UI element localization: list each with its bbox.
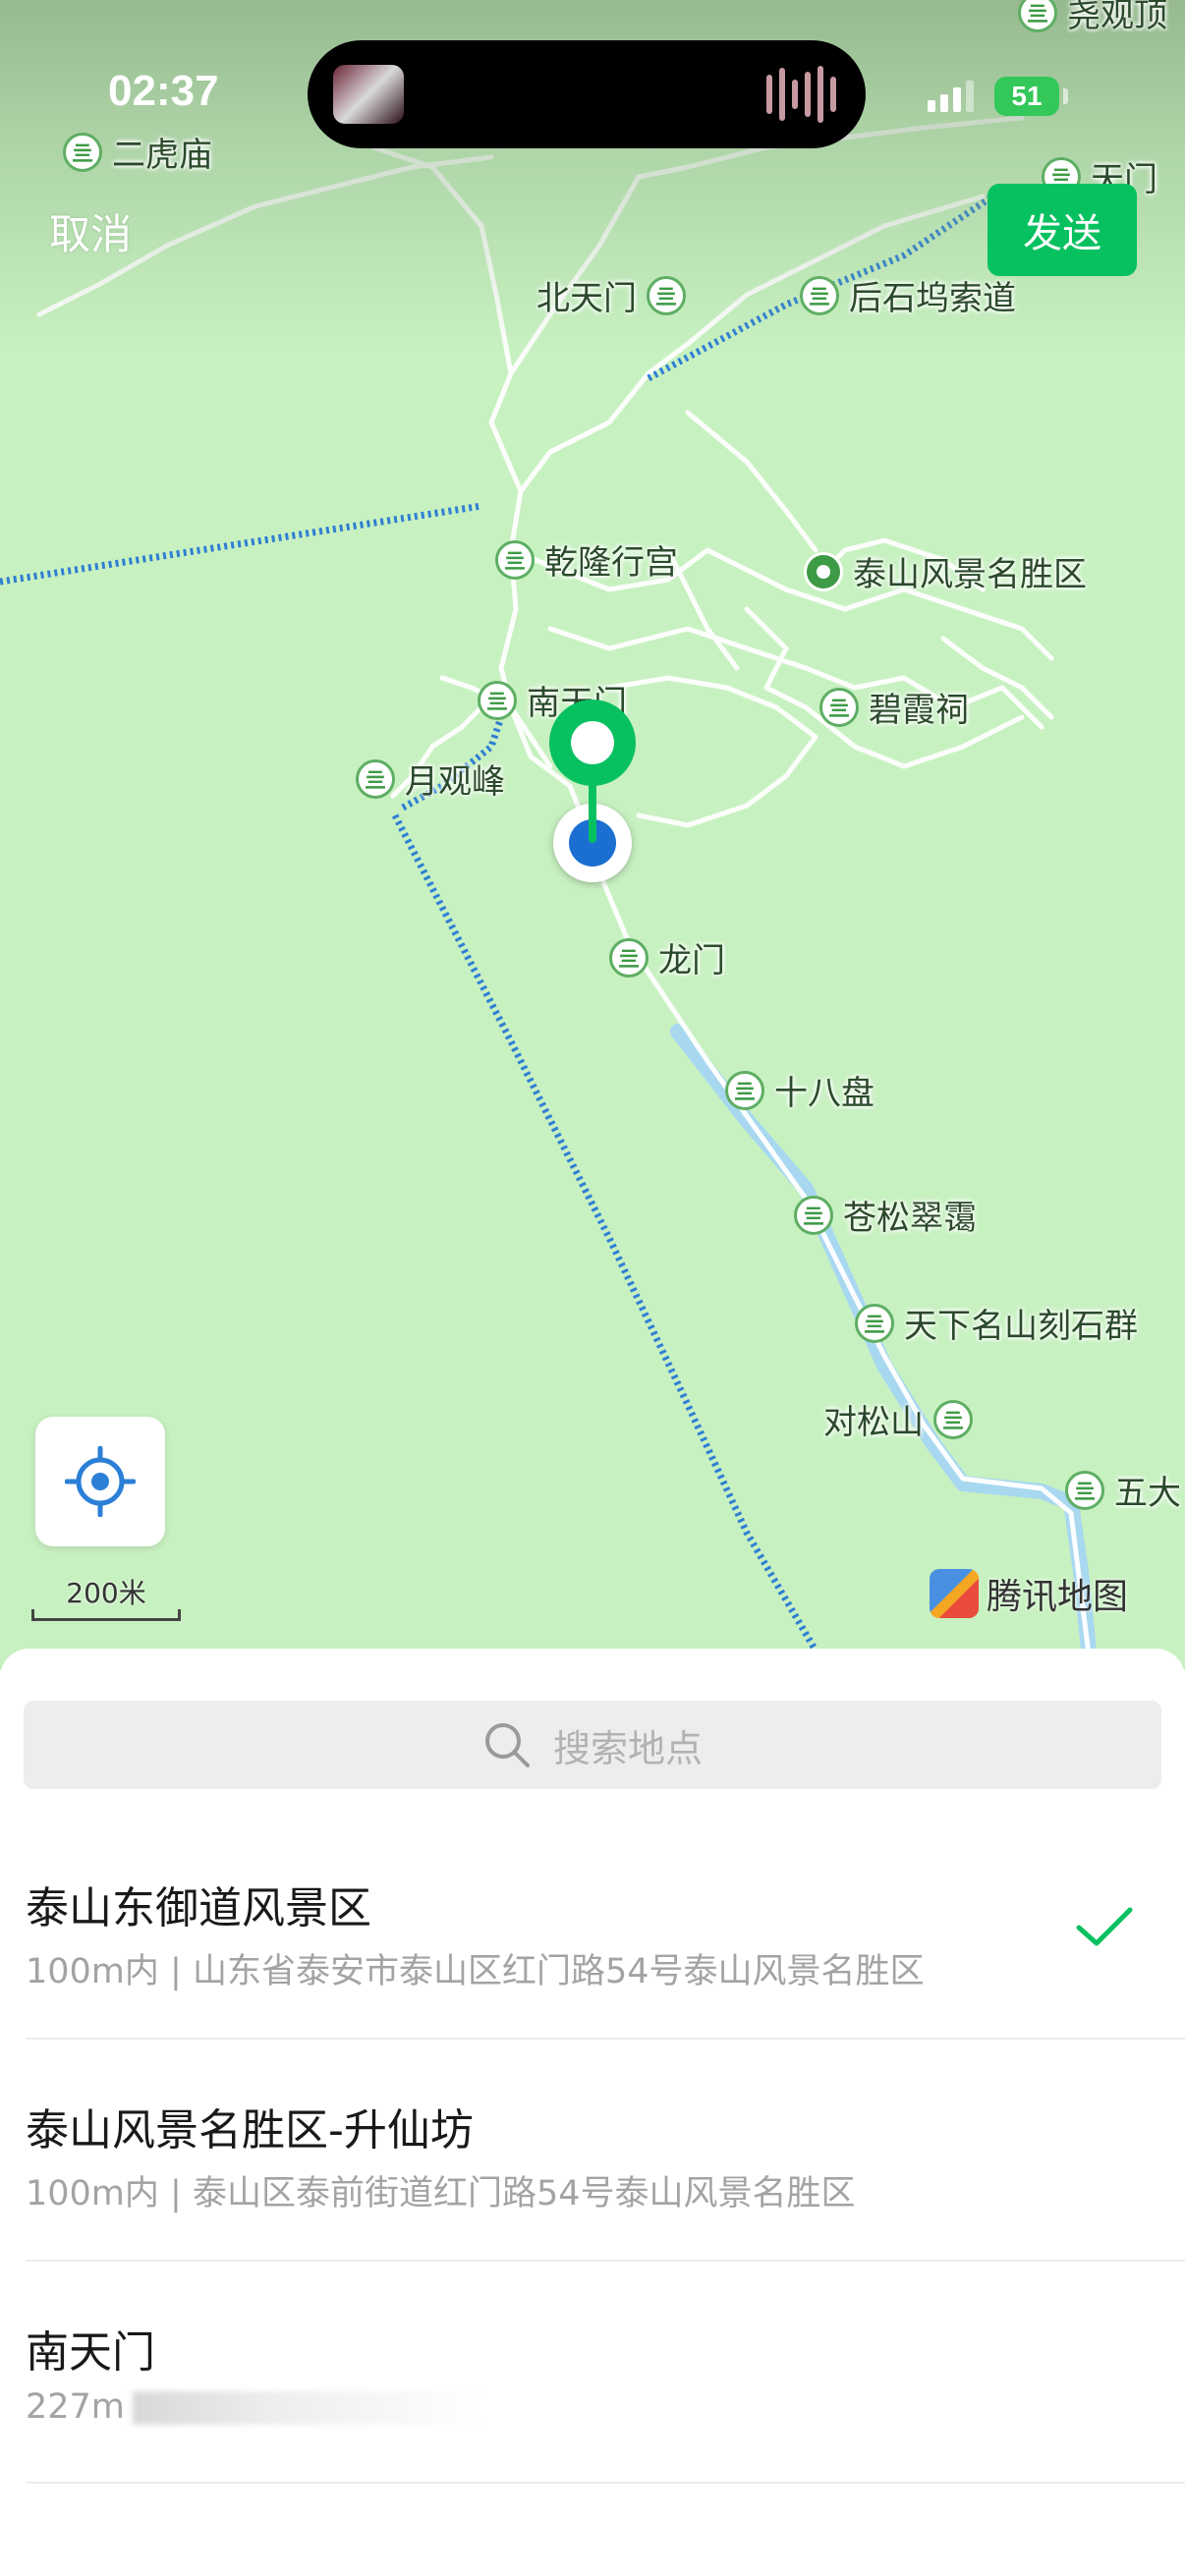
divider <box>26 2482 1185 2484</box>
status-time: 02:37 <box>108 67 219 115</box>
location-picker-screen: 亖二虎庙 亖尧观顶 亖北天门 亖后石坞索道 亖乾隆行宫 泰山风景名胜区 亖南天门… <box>0 0 1185 2576</box>
audio-wave-icon <box>766 66 836 123</box>
cancel-button[interactable]: 取消 <box>49 201 132 261</box>
poi-taishan-scenic-area[interactable]: 泰山风景名胜区 <box>804 547 1087 595</box>
scenic-icon: 亖 <box>356 758 395 799</box>
search-icon <box>484 1723 530 1767</box>
poi-erhumiao[interactable]: 亖二虎庙 <box>63 128 212 176</box>
search-input[interactable]: 搜索地点 <box>24 1701 1161 1789</box>
scenic-icon: 亖 <box>495 539 535 580</box>
search-placeholder: 搜索地点 <box>552 1726 703 1770</box>
map-provider-logo: 腾讯地图 <box>930 1568 1128 1619</box>
result-item[interactable]: 泰山风景名胜区-升仙坊 100m内 | 泰山区泰前街道红门路54号泰山风景名胜区 <box>0 2040 1185 2262</box>
location-results-sheet: 搜索地点 泰山东御道风景区 100m内 | 山东省泰安市泰山区红门路54号泰山风… <box>0 1649 1185 2576</box>
scenic-icon: 亖 <box>819 687 859 727</box>
poi-houshiwu-cableway[interactable]: 亖后石坞索道 <box>800 271 1016 319</box>
scenic-icon: 亖 <box>63 132 102 172</box>
poi-wuda[interactable]: 亖五大 <box>1065 1466 1181 1514</box>
poi-beitianmen[interactable]: 亖北天门 <box>536 271 686 319</box>
checkmark-icon <box>1076 1907 1133 1946</box>
result-name: 南天门 <box>26 2327 155 2378</box>
poi-duisongshan[interactable]: 亖对松山 <box>823 1395 973 1443</box>
scenic-icon: 亖 <box>1018 0 1057 32</box>
poi-longmen[interactable]: 亖龙门 <box>609 933 725 981</box>
tencent-map-logo-icon <box>930 1569 979 1618</box>
battery-cap <box>1063 88 1068 104</box>
scenic-icon: 亖 <box>647 275 686 315</box>
camera-icon <box>804 551 843 591</box>
scenic-icon: 亖 <box>478 680 517 720</box>
poi-stone-inscriptions[interactable]: 亖天下名山刻石群 <box>855 1299 1138 1347</box>
result-address: 227m <box>26 2387 125 2427</box>
scale-label: 200米 <box>66 1577 146 1609</box>
scenic-icon: 亖 <box>800 275 839 315</box>
result-address: 100m内 | 山东省泰安市泰山区红门路54号泰山风景名胜区 <box>26 1952 925 1991</box>
redacted-address <box>132 2391 486 2425</box>
dynamic-island[interactable] <box>308 40 866 148</box>
poi-yueguanfeng[interactable]: 亖月观峰 <box>356 755 505 803</box>
scenic-icon: 亖 <box>1065 1470 1104 1510</box>
scenic-icon: 亖 <box>933 1399 973 1439</box>
crosshair-icon <box>65 1446 136 1517</box>
result-address: 100m内 | 泰山区泰前街道红门路54号泰山风景名胜区 <box>26 2174 856 2213</box>
scenic-icon: 亖 <box>725 1070 764 1110</box>
scale-bar <box>31 1609 181 1621</box>
map-pin-icon[interactable] <box>545 696 640 853</box>
now-playing-artwork <box>333 65 404 124</box>
poi-qianlong-palace[interactable]: 亖乾隆行宫 <box>495 535 678 584</box>
poi-yaoguanding[interactable]: 亖尧观顶 <box>1018 0 1167 36</box>
result-name: 泰山风景名胜区-升仙坊 <box>26 2105 474 2156</box>
cellular-signal-icon <box>928 81 974 112</box>
result-name: 泰山东御道风景区 <box>26 1883 371 1933</box>
poi-shibapan[interactable]: 亖十八盘 <box>725 1066 875 1114</box>
scenic-icon: 亖 <box>609 937 649 978</box>
locate-me-button[interactable] <box>35 1417 165 1546</box>
send-button[interactable]: 发送 <box>988 184 1137 276</box>
map-scale: 200米 <box>28 1572 185 1623</box>
scenic-icon: 亖 <box>855 1303 894 1343</box>
poi-bixia-temple[interactable]: 亖碧霞祠 <box>819 683 969 731</box>
scenic-icon: 亖 <box>794 1195 833 1235</box>
cable-car-south <box>391 813 819 1652</box>
poi-cangsong-cuiai[interactable]: 亖苍松翠霭 <box>794 1191 977 1239</box>
result-address-row: 227m <box>26 2387 486 2427</box>
cable-car-west <box>0 502 482 586</box>
map-view[interactable]: 亖二虎庙 亖尧观顶 亖北天门 亖后石坞索道 亖乾隆行宫 泰山风景名胜区 亖南天门… <box>0 0 1185 1670</box>
map-provider-name: 腾讯地图 <box>987 1577 1129 1617</box>
result-item[interactable]: 泰山东御道风景区 100m内 | 山东省泰安市泰山区红门路54号泰山风景名胜区 <box>0 1818 1185 2040</box>
result-item[interactable]: 南天门 227m <box>0 2262 1185 2484</box>
battery-indicator: 51 <box>994 77 1059 116</box>
